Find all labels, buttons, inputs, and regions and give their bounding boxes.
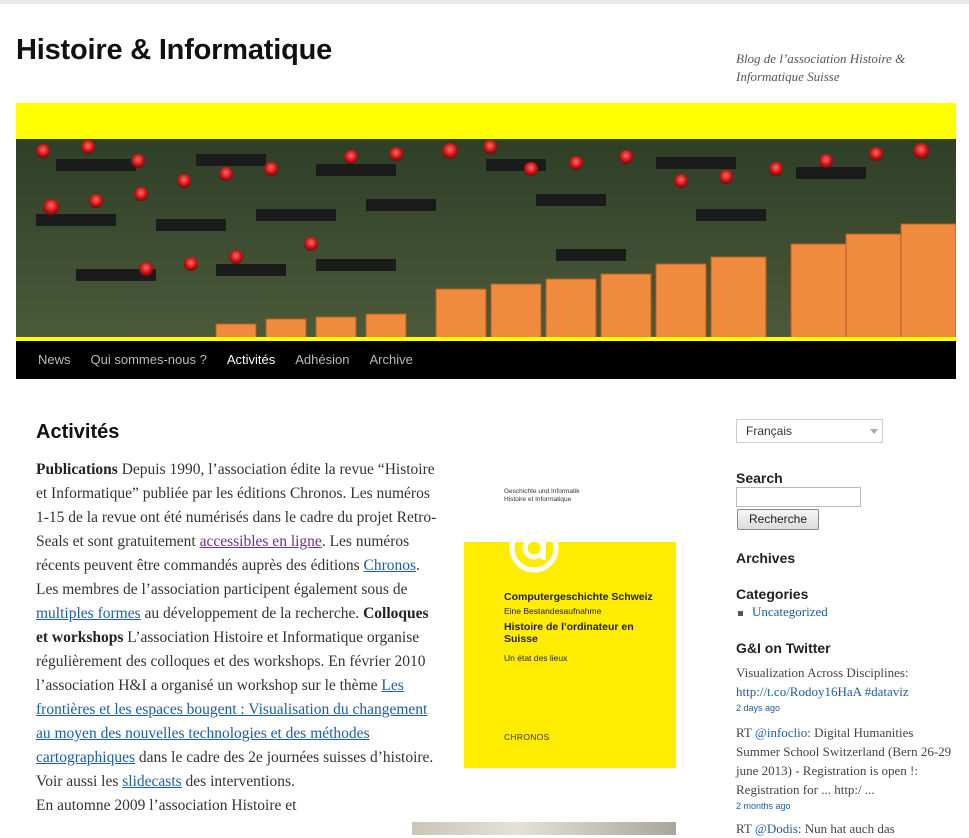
archives-widget-title: Archives (736, 550, 796, 566)
bullet-icon (738, 610, 743, 616)
chevron-down-icon (870, 429, 878, 434)
categories-widget-title: Categories (736, 586, 809, 602)
search-input[interactable] (736, 487, 861, 507)
page-title: Activités (36, 421, 120, 443)
tweet-timestamp[interactable]: 2 months ago (736, 799, 958, 813)
tweet-text: Visualization Across Disciplines: (736, 665, 909, 680)
book-subtitle-de: Eine Bestandesaufnahme (504, 606, 602, 616)
article-paragraph-2: En automne 2009 l’association Histoire e… (36, 797, 297, 814)
header-banner-yellow (16, 103, 956, 140)
book-cover-image: Geschichte und Informatik Histoire et In… (464, 468, 676, 768)
nav-item-news[interactable]: News (16, 341, 81, 379)
tweet-text: RT (736, 821, 755, 836)
language-select[interactable]: Français (736, 419, 883, 443)
tweet-item: Visualization Across Disciplines: http:/… (736, 663, 958, 715)
nav-item-adhesion[interactable]: Adhésion (285, 341, 359, 379)
book-subtitle-fr: Un état des lieux (504, 653, 568, 663)
search-button[interactable]: Recherche (737, 509, 819, 530)
book-cover-header: Geschichte und Informatik Histoire et In… (464, 468, 676, 542)
link-slidecasts[interactable]: slidecasts (122, 773, 181, 790)
article-content: Geschichte und Informatik Histoire et In… (36, 458, 676, 818)
main-navigation: News Qui sommes-nous ? Activités Adhésio… (16, 341, 956, 379)
tweet-mention[interactable]: @Dodis (755, 821, 798, 836)
tweet-text: : Nun hat auch das (797, 821, 895, 836)
nav-item-activites[interactable]: Activités (217, 341, 285, 379)
article-photo (412, 822, 676, 835)
site-description: Blog de l’association Histoire & Informa… (736, 51, 906, 84)
at-sign-logo-icon (509, 523, 559, 573)
book-header-line2: Histoire et Informatique (504, 496, 572, 503)
tweet-mention[interactable]: @infoclio (755, 725, 807, 740)
top-border (0, 0, 969, 4)
text-span: des interventions. (181, 773, 295, 790)
text-span: au développement de la recherche. (140, 605, 364, 622)
link-multiples-formes[interactable]: multiples formes (36, 605, 141, 622)
nav-item-archive[interactable]: Archive (359, 341, 422, 379)
site-title[interactable]: Histoire & Informatique (16, 34, 332, 67)
tweet-link[interactable]: http://t.co/Rodoy16HaA (736, 684, 861, 699)
link-chronos[interactable]: Chronos (364, 557, 417, 574)
tweet-timestamp[interactable]: 2 days ago (736, 701, 958, 715)
nav-item-qui-sommes-nous[interactable]: Qui sommes-nous ? (81, 341, 217, 379)
language-select-value: Français (746, 424, 793, 438)
category-item[interactable]: Uncategorized (738, 604, 828, 620)
tweet-hashtag[interactable]: #dataviz (865, 684, 909, 699)
header-image-circuit-board (16, 139, 956, 338)
book-cover-yellow (464, 542, 676, 768)
search-widget-title: Search (736, 470, 783, 486)
section-heading-publications: Publications (36, 461, 118, 478)
tweet-item: RT @Dodis: Nun hat auch das (736, 819, 958, 838)
link-accessibles-en-ligne[interactable]: accessibles en ligne (200, 533, 322, 550)
tweet-item: RT @infoclio: Digital Humanities Summer … (736, 723, 958, 813)
twitter-widget-title: G&I on Twitter (736, 640, 831, 656)
category-link-uncategorized[interactable]: Uncategorized (752, 604, 828, 619)
book-title-fr: Histoire de l'ordinateur en Suisse (504, 621, 634, 645)
book-publisher: CHRONOS (504, 732, 550, 742)
book-header-line1: Geschichte und Informatik (504, 488, 580, 495)
tweet-text: RT (736, 725, 755, 740)
